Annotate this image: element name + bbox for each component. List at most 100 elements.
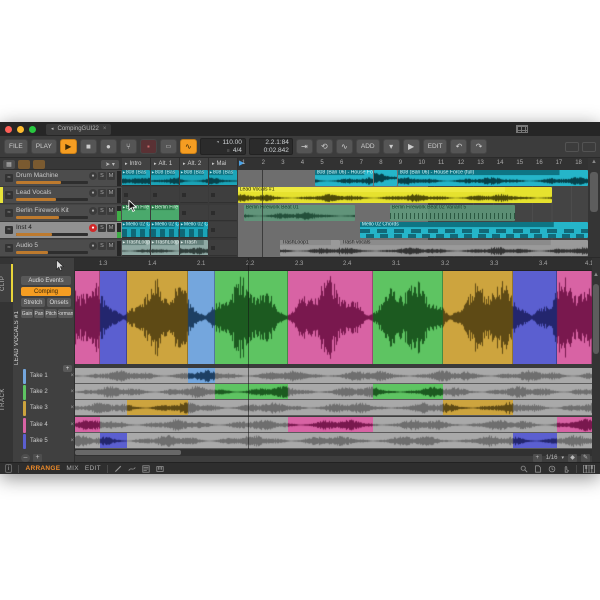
record-arm-button[interactable]: ● <box>89 242 97 250</box>
launcher-clip-cell[interactable]: ▸808 (Bas <box>209 170 237 186</box>
lane-shrink-button[interactable]: – <box>21 454 30 462</box>
piano-keys-icon[interactable] <box>583 465 595 473</box>
launcher-clip-cell[interactable]: ▸808 (Bas <box>151 170 179 186</box>
launcher-return-button[interactable] <box>33 160 45 169</box>
clip-stop-icon[interactable] <box>182 211 186 215</box>
volume-slider[interactable] <box>16 233 88 236</box>
view-edit[interactable]: EDIT <box>85 465 101 472</box>
clip-stop-icon[interactable] <box>211 246 215 250</box>
remove-take-button[interactable]: × <box>70 389 74 395</box>
workspace-layout-icon[interactable] <box>516 125 528 133</box>
pitch-button[interactable]: Pitch <box>45 309 57 318</box>
editor-hscroll-thumb[interactable] <box>75 450 181 455</box>
audio-events-button[interactable]: Audio Events <box>21 276 71 285</box>
record-arm-button[interactable]: ● <box>89 172 97 180</box>
launcher-stop-all-button[interactable] <box>18 160 30 169</box>
loop-button[interactable]: ⟲ <box>316 139 333 154</box>
take-row-2[interactable]: Take 2× <box>23 384 75 401</box>
volume-slider[interactable] <box>16 181 88 184</box>
take-lane-2[interactable] <box>75 384 592 400</box>
clip-play-icon[interactable]: ▸ <box>152 205 154 210</box>
pencil-tool-icon[interactable]: ✎ <box>581 454 590 462</box>
timeline-clip[interactable]: Berlin Firework Beat 01 <box>244 205 355 221</box>
take-lane-4[interactable] <box>75 417 592 433</box>
launcher-clip-cell[interactable] <box>180 205 208 221</box>
mute-button[interactable]: M <box>107 207 115 215</box>
solo-button[interactable]: S <box>98 224 106 232</box>
info-button[interactable]: i <box>5 464 12 473</box>
launcher-clip-cell[interactable] <box>180 187 208 203</box>
launcher-clip-cell[interactable] <box>209 222 237 238</box>
remove-take-button[interactable]: × <box>70 405 74 411</box>
clip-stop-icon[interactable] <box>153 193 157 197</box>
arranger-vertical-scrollbar[interactable]: ▲ <box>588 158 600 257</box>
timeline-clip[interactable]: Lead Vocals #1 <box>238 187 552 203</box>
launcher-clip-cell[interactable]: ▸Mello 02 C <box>122 222 150 238</box>
zoom-plus-icon[interactable]: + <box>533 454 542 462</box>
mute-button[interactable]: M <box>107 224 115 232</box>
volume-slider[interactable] <box>16 251 88 254</box>
formant-button[interactable]: Formant <box>58 309 73 318</box>
take-lane-3[interactable] <box>75 400 592 416</box>
scene-play-icon[interactable]: ▸ <box>154 161 157 167</box>
clip-stop-icon[interactable] <box>211 228 215 232</box>
grid-resolution-value[interactable]: 1/16 <box>546 455 558 461</box>
take-row-4[interactable]: Take 4× <box>23 417 75 434</box>
overdub-button[interactable]: ▪ <box>140 139 157 154</box>
take-row-5[interactable]: Take 5× <box>23 433 75 450</box>
file-menu-button[interactable]: FILE <box>4 139 28 154</box>
clip-play-icon[interactable]: ▸ <box>181 222 183 227</box>
comping-button[interactable]: Comping <box>21 287 71 296</box>
take-lane-1[interactable] <box>75 368 592 384</box>
solo-button[interactable]: S <box>98 189 106 197</box>
launcher-clip-cell[interactable]: ▸808 (Bas <box>122 170 150 186</box>
onsets-button[interactable]: Onsets <box>47 298 71 307</box>
timeline-clip[interactable]: TrashLoop1 <box>280 240 340 256</box>
tempo-display[interactable]: ◔110.00 ≡4/4 <box>200 138 246 155</box>
launcher-clip-cell[interactable] <box>209 240 237 256</box>
timeline-clip[interactable]: Berlin Firework Beat 02 Variant 5 <box>390 205 515 221</box>
play-menu-button[interactable]: PLAY <box>31 139 57 154</box>
launcher-clip-cell[interactable]: ▸TrashLoop1 <box>122 240 150 256</box>
track-header-2[interactable]: ≈Lead Vocals●SM <box>0 187 122 204</box>
edit-menu-button[interactable]: EDIT <box>423 139 448 154</box>
launcher-clip-cell[interactable]: ▸808 (Bas <box>180 170 208 186</box>
minimize-window-button[interactable] <box>17 126 24 133</box>
search-icon[interactable] <box>520 465 528 473</box>
scene-play-icon[interactable]: ▸ <box>125 161 128 167</box>
scene-header-intro[interactable]: ▸Intro <box>122 158 151 170</box>
clip-launcher-icon[interactable]: ▭ <box>160 139 177 154</box>
clip-play-icon[interactable]: ▸ <box>123 205 125 210</box>
tab-track[interactable]: TRACK <box>0 378 13 422</box>
pan-button[interactable]: Pan <box>34 309 44 318</box>
solo-button[interactable]: S <box>98 207 106 215</box>
solo-button[interactable]: S <box>98 242 106 250</box>
scene-header-alt-2[interactable]: ▸Alt. 2 <box>180 158 209 170</box>
editor-playhead[interactable] <box>248 258 249 449</box>
stop-button[interactable]: ■ <box>80 139 97 154</box>
launcher-clip-cell[interactable]: ▸TrashLoop2b <box>151 240 179 256</box>
track-header-4[interactable]: ≈Inst 4●SM <box>0 222 122 239</box>
record-arm-button[interactable]: ● <box>89 207 97 215</box>
scene-play-icon[interactable]: ▸ <box>183 161 186 167</box>
editor-ruler[interactable]: 1.31.42.12.22.32.43.13.23.33.44.1 <box>75 258 592 271</box>
clip-play-icon[interactable]: ▸ <box>152 170 154 175</box>
lane-grow-button[interactable]: + <box>33 454 42 462</box>
track-header-1[interactable]: ≈Drum Machine●SM <box>0 170 122 187</box>
tab-clip[interactable]: CLIP <box>0 264 13 302</box>
keyboard-icon[interactable] <box>156 465 164 473</box>
launcher-clip-cell[interactable] <box>209 187 237 203</box>
add-take-button[interactable]: + <box>63 365 72 372</box>
editor-scroll-thumb[interactable] <box>593 284 599 354</box>
record-arm-button[interactable]: ● <box>89 189 97 197</box>
track-header-5[interactable]: ≈Audio 5●SM <box>0 240 122 257</box>
record-arm-button[interactable]: ● <box>89 224 97 232</box>
add-track-button[interactable]: ADD <box>356 139 380 154</box>
gain-button[interactable]: Gain <box>21 309 33 318</box>
launcher-clip-cell[interactable]: ▸Trash <box>180 240 208 256</box>
position-display[interactable]: 2.2.1:84 0:02.842 <box>249 138 293 155</box>
stretch-button[interactable]: Stretch <box>21 298 45 307</box>
clip-play-icon[interactable]: ▸ <box>181 240 183 245</box>
pointer-tool-icon[interactable] <box>55 260 65 272</box>
track-header-3[interactable]: ≈Berlin Firework Kit●SM <box>0 205 122 222</box>
